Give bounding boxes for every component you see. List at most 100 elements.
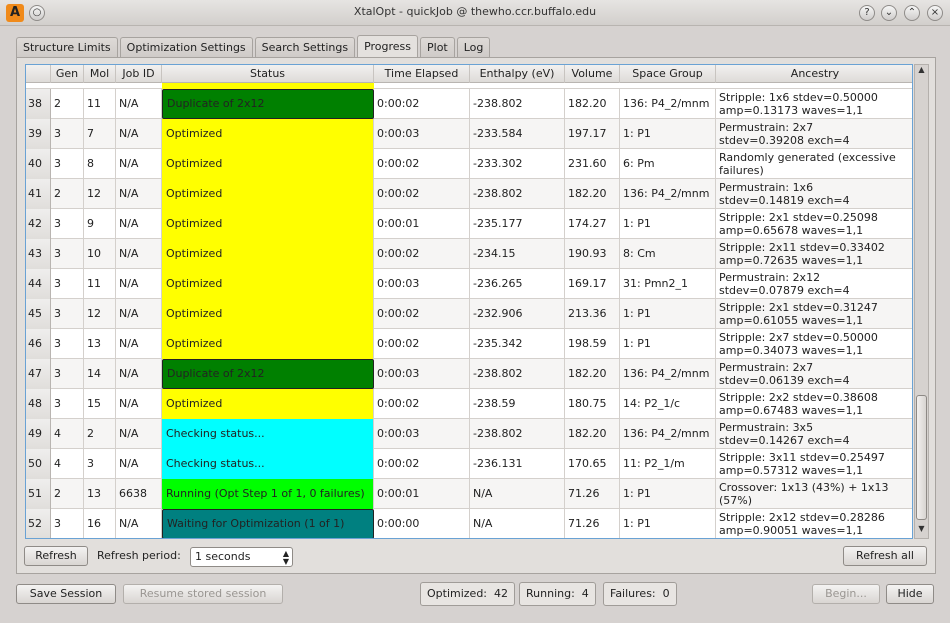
table-row[interactable]: 51 2 13 6638 Running (Opt Step 1 of 1, 0 fai… [26, 479, 912, 509]
tab-search-settings[interactable]: Search Settings [254, 37, 356, 57]
cell-mol[interactable]: 12 [84, 299, 116, 329]
row-index[interactable]: 50 [26, 449, 51, 479]
cell-spacegroup[interactable]: 136: P4_2/mnm [620, 179, 716, 209]
cell-volume[interactable]: 182.20 [565, 359, 620, 389]
cell-spacegroup[interactable]: 14: P2_1/c [620, 389, 716, 419]
cell-jobid[interactable]: N/A [116, 509, 162, 538]
cell-time[interactable]: 0:00:02 [374, 449, 470, 479]
cell-jobid[interactable]: N/A [116, 119, 162, 149]
tab-plot[interactable]: Plot [420, 37, 455, 57]
cell-jobid[interactable]: 6638 [116, 479, 162, 509]
cell-spacegroup[interactable]: 1: P1 [620, 509, 716, 538]
cell-mol[interactable]: 10 [84, 239, 116, 269]
cell-status[interactable]: Checking status... [162, 419, 374, 449]
cell-volume[interactable]: 169.17 [565, 269, 620, 299]
cell-enthalpy[interactable]: N/A [470, 509, 565, 538]
table-row[interactable]: 45 3 12 N/A Optimized 0:00:02 -232.906 213.36 1:… [26, 299, 912, 329]
table-scrollbar[interactable]: ▲ ▼ [914, 64, 929, 539]
table-row[interactable]: 48 3 15 N/A Optimized 0:00:02 -238.59 180.75 14:… [26, 389, 912, 419]
cell-enthalpy[interactable]: -235.177 [470, 209, 565, 239]
cell-ancestry[interactable]: Stripple: 2x2 stdev=0.38608 amp=0.67483 w… [716, 389, 912, 419]
cell-enthalpy[interactable]: -238.802 [470, 359, 565, 389]
cell-enthalpy[interactable]: -233.584 [470, 119, 565, 149]
cell-status[interactable]: Duplicate of 2x12 [162, 359, 374, 389]
row-index[interactable]: 45 [26, 299, 51, 329]
table-row[interactable]: 40 3 8 N/A Optimized 0:00:02 -233.302 231.60 6: … [26, 149, 912, 179]
column-header-volume[interactable]: Volume [565, 65, 620, 83]
spin-arrows-icon[interactable]: ▲ ▼ [283, 548, 289, 566]
cell-gen[interactable]: 3 [51, 299, 84, 329]
cell-gen[interactable]: 3 [51, 329, 84, 359]
cell-gen[interactable]: 3 [51, 269, 84, 299]
table-row[interactable]: 39 3 7 N/A Optimized 0:00:03 -233.584 197.17 1: … [26, 119, 912, 149]
cell-spacegroup[interactable]: 136: P4_2/mnm [620, 419, 716, 449]
cell-gen[interactable]: 3 [51, 509, 84, 538]
cell-status[interactable]: Optimized [162, 119, 374, 149]
cell-enthalpy[interactable]: -238.802 [470, 419, 565, 449]
column-header-jobid[interactable]: Job ID [116, 65, 162, 83]
cell-status[interactable]: Optimized [162, 179, 374, 209]
cell-jobid[interactable]: N/A [116, 299, 162, 329]
cell-jobid[interactable]: N/A [116, 209, 162, 239]
scrollbar-thumb[interactable] [916, 395, 927, 520]
table-row[interactable]: 38 2 11 N/A Duplicate of 2x12 0:00:02 -238.802… [26, 89, 912, 119]
row-index[interactable]: 39 [26, 119, 51, 149]
scroll-up-icon[interactable]: ▲ [915, 65, 928, 79]
cell-gen[interactable]: 2 [51, 89, 84, 119]
cell-status[interactable]: Optimized [162, 239, 374, 269]
cell-spacegroup[interactable]: 1: P1 [620, 299, 716, 329]
cell-spacegroup[interactable]: 1: P1 [620, 329, 716, 359]
cell-time[interactable]: 0:00:01 [374, 209, 470, 239]
cell-time[interactable]: 0:00:02 [374, 389, 470, 419]
cell-mol[interactable]: 7 [84, 119, 116, 149]
cell-spacegroup[interactable]: 1: P1 [620, 119, 716, 149]
cell-spacegroup[interactable]: 1: P1 [620, 209, 716, 239]
table-row[interactable]: 49 4 2 N/A Checking status... 0:00:03 -238.802… [26, 419, 912, 449]
cell-status[interactable]: Optimized [162, 209, 374, 239]
row-index[interactable]: 49 [26, 419, 51, 449]
cell-ancestry[interactable]: Stripple: 2x11 stdev=0.33402 amp=0.72635 … [716, 239, 912, 269]
column-header-index[interactable] [26, 65, 51, 83]
row-index[interactable]: 52 [26, 509, 51, 538]
cell-mol[interactable]: 3 [84, 449, 116, 479]
table-row[interactable]: 52 3 16 N/A Waiting for Optimization (1 of 1… [26, 509, 912, 538]
cell-status[interactable]: Optimized [162, 149, 374, 179]
cell-jobid[interactable]: N/A [116, 329, 162, 359]
column-header-spacegroup[interactable]: Space Group [620, 65, 716, 83]
cell-mol[interactable]: 2 [84, 419, 116, 449]
cell-enthalpy[interactable]: N/A [470, 479, 565, 509]
cell-time[interactable]: 0:00:03 [374, 419, 470, 449]
cell-status[interactable]: Duplicate of 2x12 [162, 89, 374, 119]
cell-mol[interactable]: 11 [84, 89, 116, 119]
cell-ancestry[interactable]: Permustrain: 2x7 stdev=0.06139 exch=4 [716, 359, 912, 389]
cell-time[interactable]: 0:00:03 [374, 269, 470, 299]
column-header-gen[interactable]: Gen [51, 65, 84, 83]
cell-gen[interactable]: 3 [51, 239, 84, 269]
scroll-down-icon[interactable]: ▼ [915, 524, 928, 538]
cell-gen[interactable]: 2 [51, 179, 84, 209]
row-index[interactable]: 42 [26, 209, 51, 239]
cell-ancestry[interactable]: Stripple: 2x1 stdev=0.25098 amp=0.65678 w… [716, 209, 912, 239]
cell-spacegroup[interactable]: 1: P1 [620, 479, 716, 509]
cell-status[interactable]: Optimized [162, 299, 374, 329]
cell-volume[interactable]: 180.75 [565, 389, 620, 419]
table-row[interactable]: 50 4 3 N/A Checking status... 0:00:02 -236.131… [26, 449, 912, 479]
cell-mol[interactable]: 15 [84, 389, 116, 419]
cell-jobid[interactable]: N/A [116, 149, 162, 179]
cell-jobid[interactable]: N/A [116, 449, 162, 479]
cell-volume[interactable]: 213.36 [565, 299, 620, 329]
cell-time[interactable]: 0:00:02 [374, 89, 470, 119]
cell-spacegroup[interactable]: 6: Pm [620, 149, 716, 179]
cell-volume[interactable]: 174.27 [565, 209, 620, 239]
cell-enthalpy[interactable]: -236.265 [470, 269, 565, 299]
refresh-button[interactable]: Refresh [24, 546, 88, 566]
cell-jobid[interactable]: N/A [116, 239, 162, 269]
progress-table[interactable]: Gen Mol Job ID Status Time Elapsed Entha… [25, 64, 913, 539]
cell-gen[interactable]: 3 [51, 389, 84, 419]
cell-mol[interactable]: 13 [84, 479, 116, 509]
tab-structure-limits[interactable]: Structure Limits [16, 37, 118, 57]
cell-jobid[interactable]: N/A [116, 89, 162, 119]
tab-optimization-settings[interactable]: Optimization Settings [119, 37, 253, 57]
cell-ancestry[interactable]: Stripple: 2x1 stdev=0.31247 amp=0.61055 w… [716, 299, 912, 329]
cell-ancestry[interactable]: Stripple: 3x11 stdev=0.25497 amp=0.57312 … [716, 449, 912, 479]
